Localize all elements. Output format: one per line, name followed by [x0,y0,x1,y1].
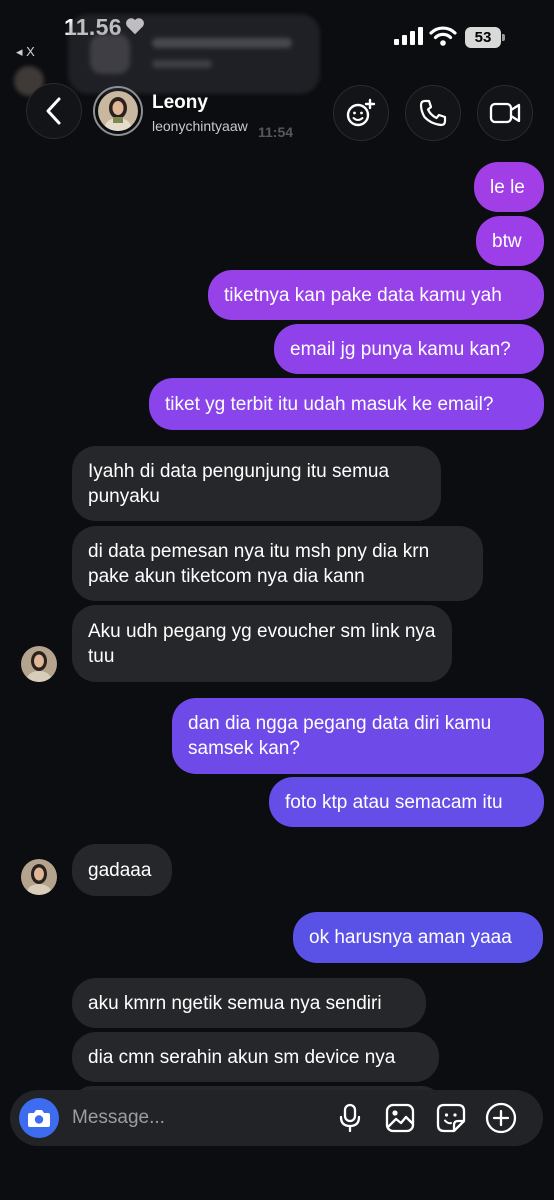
video-call-button[interactable] [477,85,533,141]
notification-ghost [68,14,320,94]
sticker-icon [436,1103,466,1133]
received-message[interactable]: di data pemesan nya itu msh pny dia krn … [72,526,483,601]
microphone-icon [339,1103,361,1133]
sender-avatar[interactable] [21,859,57,895]
received-message[interactable]: dia cmn serahin akun sm device nya [72,1032,439,1082]
sent-message[interactable]: tiketnya kan pake data kamu yah [208,270,544,320]
phone-icon [419,99,447,127]
received-message[interactable]: aku kmrn ngetik semua nya sendiri [72,978,426,1028]
battery-icon: 53 [465,27,505,48]
received-message[interactable]: Iyahh di data pengunjung itu semua punya… [72,446,441,521]
back-button[interactable] [26,83,82,139]
received-message[interactable]: Aku udh pegang yg evoucher sm link nya t… [72,605,452,682]
voice-message-button[interactable] [334,1102,366,1134]
wifi-icon [429,26,457,46]
battery-level: 53 [465,27,501,48]
more-options-button[interactable] [485,1102,517,1134]
sent-message[interactable]: email jg punya kamu kan? [274,324,544,374]
sent-message[interactable]: btw [476,216,544,266]
video-camera-icon [489,102,521,124]
effects-button[interactable] [333,85,389,141]
sent-message[interactable]: dan dia ngga pegang data diri kamu samse… [172,698,544,774]
ghost-timestamp: 11:54 [258,124,294,140]
plus-circle-icon [485,1102,517,1134]
sent-message[interactable]: le le [474,162,544,212]
contact-name[interactable]: Leony [152,92,208,114]
sent-message[interactable]: tiket yg terbit itu udah masuk ke email? [149,378,544,430]
sender-avatar[interactable] [21,646,57,682]
contact-handle[interactable]: leonychintyaaw [152,118,248,134]
sticker-button[interactable] [435,1102,467,1134]
camera-button[interactable] [19,1098,59,1138]
message-input[interactable] [72,1104,312,1132]
received-message[interactable]: gadaaa [72,844,172,896]
signal-icon [394,27,423,45]
sent-message[interactable]: ok harusnya aman yaaa [293,912,543,963]
gallery-icon [385,1103,415,1133]
contact-avatar[interactable] [93,86,143,136]
chevron-left-icon [46,97,61,125]
effects-icon [346,98,376,127]
message-composer [10,1090,543,1146]
audio-call-button[interactable] [405,85,461,141]
back-to-app-link[interactable]: ◂ X [16,44,35,60]
gallery-button[interactable] [384,1102,416,1134]
sent-message[interactable]: foto ktp atau semacam itu [269,777,544,827]
camera-icon [28,1110,50,1127]
